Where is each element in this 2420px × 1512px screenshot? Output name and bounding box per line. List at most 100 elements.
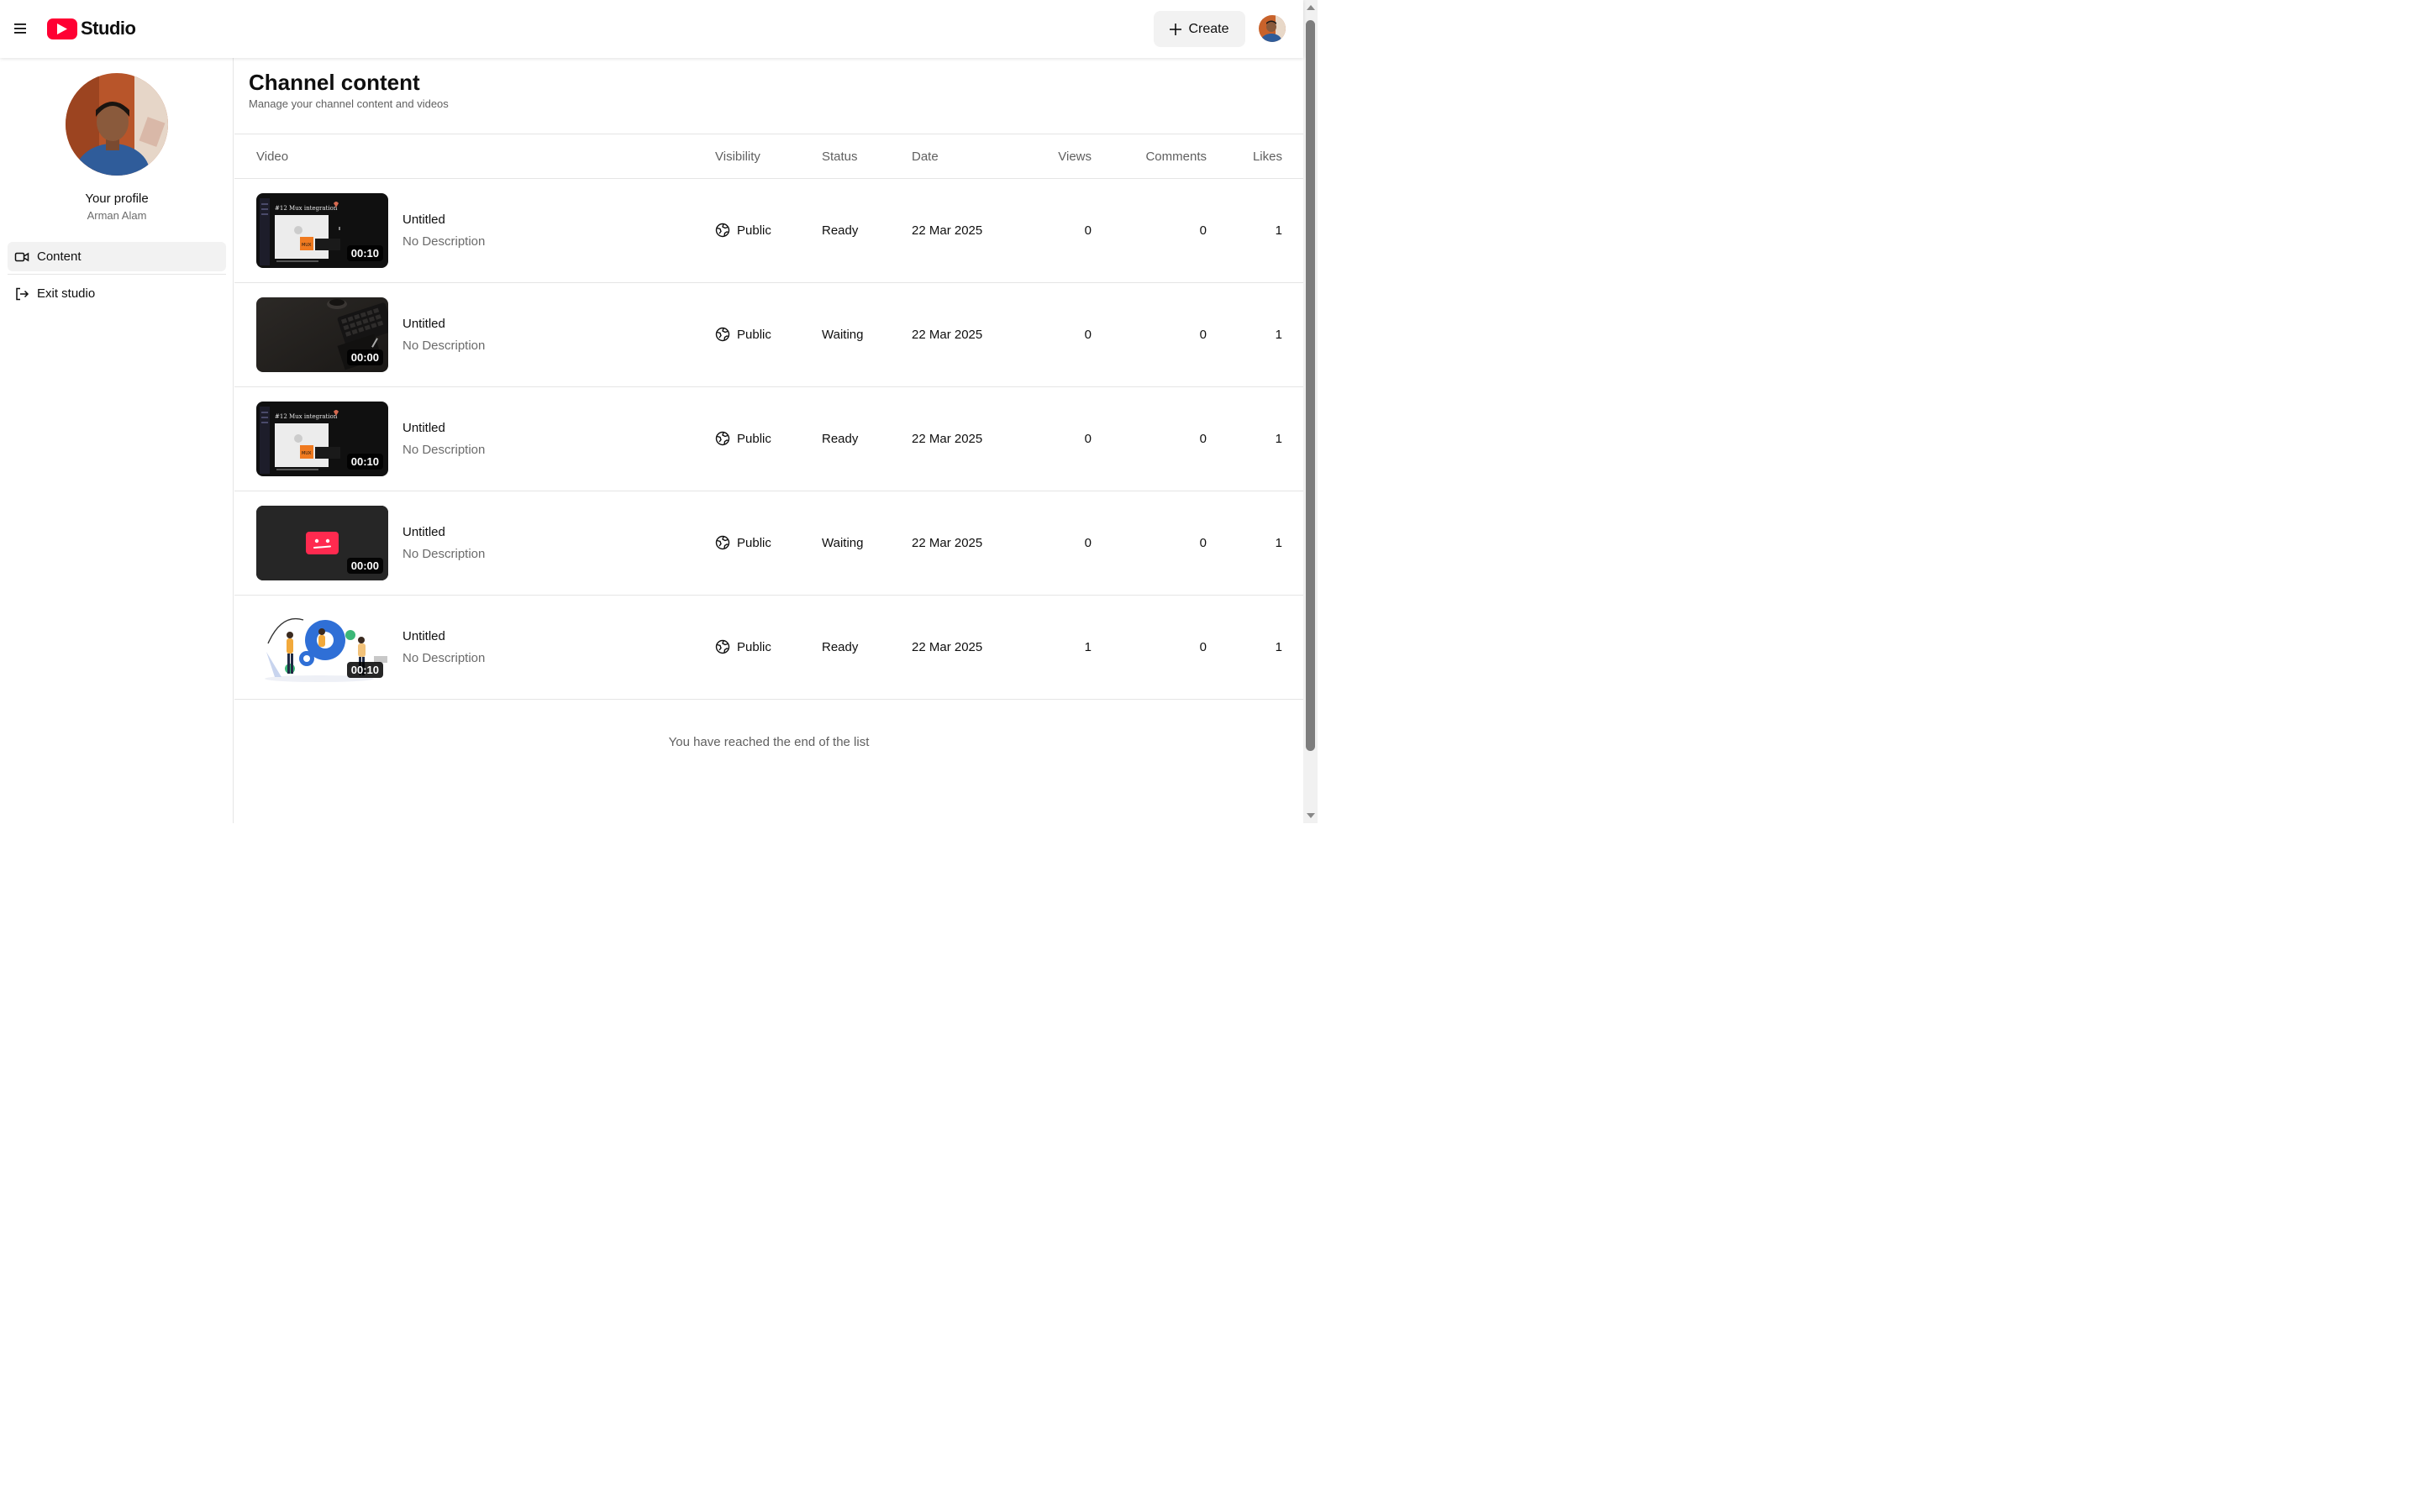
visibility-label: Public xyxy=(737,327,771,342)
log-out-icon xyxy=(16,287,29,300)
comments-count: 0 xyxy=(1199,432,1207,446)
visibility-label: Public xyxy=(737,639,771,654)
page-subtitle: Manage your channel content and videos xyxy=(249,97,449,110)
date-text: 22 Mar 2025 xyxy=(912,432,983,446)
visibility-cell: Public xyxy=(715,535,771,550)
end-of-list-message: You have reached the end of the list xyxy=(668,735,870,749)
user-avatar[interactable] xyxy=(1259,15,1286,42)
date-text: 22 Mar 2025 xyxy=(912,328,983,342)
video-duration: 00:00 xyxy=(346,349,383,365)
visibility-cell: Public xyxy=(715,639,771,654)
create-button[interactable]: Create xyxy=(1154,11,1245,47)
column-header-date: Date xyxy=(912,150,939,164)
status-text: Ready xyxy=(822,640,859,654)
status-text: Waiting xyxy=(822,536,864,550)
column-header-video: Video xyxy=(256,150,289,164)
profile-avatar[interactable] xyxy=(66,73,168,176)
video-thumbnail[interactable]: 00:10 xyxy=(256,610,388,685)
date-text: 22 Mar 2025 xyxy=(912,640,983,654)
globe-icon xyxy=(715,327,730,342)
visibility-label: Public xyxy=(737,223,771,238)
likes-count: 1 xyxy=(1275,640,1282,654)
video-thumbnail[interactable]: #12 Mux integration MUX 00:10 xyxy=(256,193,388,268)
views-count: 1 xyxy=(1084,640,1092,654)
table-row[interactable]: 00:00 Untitled No Description Public Wai… xyxy=(234,283,1303,387)
sidebar-item-label: Exit studio xyxy=(37,286,96,301)
column-header-views: Views xyxy=(1058,150,1092,164)
page-scrollbar[interactable] xyxy=(1303,0,1318,823)
date-text: 22 Mar 2025 xyxy=(912,536,983,550)
video-title: Untitled xyxy=(402,629,445,643)
video-thumbnail[interactable]: 00:00 xyxy=(256,297,388,372)
globe-icon xyxy=(715,535,730,550)
video-duration: 00:10 xyxy=(346,245,383,261)
column-header-visibility: Visibility xyxy=(715,150,760,164)
views-count: 0 xyxy=(1084,223,1092,238)
likes-count: 1 xyxy=(1275,432,1282,446)
plus-icon xyxy=(1170,23,1182,35)
table-header: Video Visibility Status Date Views Comme… xyxy=(234,134,1303,179)
status-text: Waiting xyxy=(822,328,864,342)
page-title: Channel content xyxy=(249,70,420,95)
comments-count: 0 xyxy=(1199,223,1207,238)
video-description: No Description xyxy=(402,651,486,665)
profile-title: Your profile xyxy=(85,192,149,206)
table-row[interactable]: 00:10 Untitled No Description Public Rea… xyxy=(234,596,1303,700)
globe-icon xyxy=(715,223,730,238)
video-description: No Description xyxy=(402,443,486,457)
svg-text:#12 Mux integration: #12 Mux integration xyxy=(275,413,338,420)
sidebar-item-exit-studio[interactable]: Exit studio xyxy=(8,279,226,308)
video-description: No Description xyxy=(402,547,486,561)
logo-text: Studio xyxy=(81,18,136,39)
video-description: No Description xyxy=(402,234,486,249)
profile-name: Arman Alam xyxy=(87,209,147,222)
date-text: 22 Mar 2025 xyxy=(912,223,983,238)
visibility-label: Public xyxy=(737,431,771,446)
table-row[interactable]: 00:00 Untitled No Description Public Wai… xyxy=(234,491,1303,596)
scroll-down-arrow-icon[interactable] xyxy=(1307,813,1315,818)
views-count: 0 xyxy=(1084,432,1092,446)
likes-count: 1 xyxy=(1275,223,1282,238)
sidebar-item-content[interactable]: Content xyxy=(8,242,226,271)
video-title: Untitled xyxy=(402,213,445,227)
video-title: Untitled xyxy=(402,421,445,435)
top-header: Studio Create xyxy=(0,0,1303,58)
table-row[interactable]: #12 Mux integration MUX 00:10 Untitled N… xyxy=(234,387,1303,491)
column-header-likes: Likes xyxy=(1252,150,1282,164)
status-text: Ready xyxy=(822,432,859,446)
visibility-label: Public xyxy=(737,535,771,550)
create-button-label: Create xyxy=(1188,21,1229,36)
video-title: Untitled xyxy=(402,525,445,539)
svg-text:#12 Mux integration: #12 Mux integration xyxy=(275,205,338,212)
comments-count: 0 xyxy=(1199,640,1207,654)
youtube-play-icon xyxy=(47,18,77,39)
video-thumbnail[interactable]: #12 Mux integration MUX 00:10 xyxy=(256,402,388,476)
sidebar-divider xyxy=(8,274,226,275)
views-count: 0 xyxy=(1084,536,1092,550)
sidebar: Your profile Arman Alam Content Exit stu… xyxy=(0,58,234,823)
video-title: Untitled xyxy=(402,317,445,331)
hamburger-menu-icon[interactable] xyxy=(10,18,30,39)
likes-count: 1 xyxy=(1275,328,1282,342)
table-row[interactable]: #12 Mux integration MUX 00:10 Untitled N… xyxy=(234,179,1303,283)
globe-icon xyxy=(715,639,730,654)
comments-count: 0 xyxy=(1199,536,1207,550)
video-duration: 00:00 xyxy=(346,558,383,574)
video-thumbnail[interactable]: 00:00 xyxy=(256,506,388,580)
column-header-status: Status xyxy=(822,150,858,164)
sidebar-item-label: Content xyxy=(37,249,82,264)
video-camera-icon xyxy=(14,252,29,261)
scrollbar-thumb[interactable] xyxy=(1306,20,1315,751)
views-count: 0 xyxy=(1084,328,1092,342)
likes-count: 1 xyxy=(1275,536,1282,550)
video-duration: 00:10 xyxy=(346,454,383,470)
studio-logo[interactable]: Studio xyxy=(47,18,136,39)
main-content: Channel content Manage your channel cont… xyxy=(234,58,1303,823)
visibility-cell: Public xyxy=(715,223,771,238)
svg-text:MUX: MUX xyxy=(302,451,312,456)
comments-count: 0 xyxy=(1199,328,1207,342)
globe-icon xyxy=(715,431,730,446)
scroll-up-arrow-icon[interactable] xyxy=(1307,5,1315,10)
visibility-cell: Public xyxy=(715,431,771,446)
video-description: No Description xyxy=(402,339,486,353)
